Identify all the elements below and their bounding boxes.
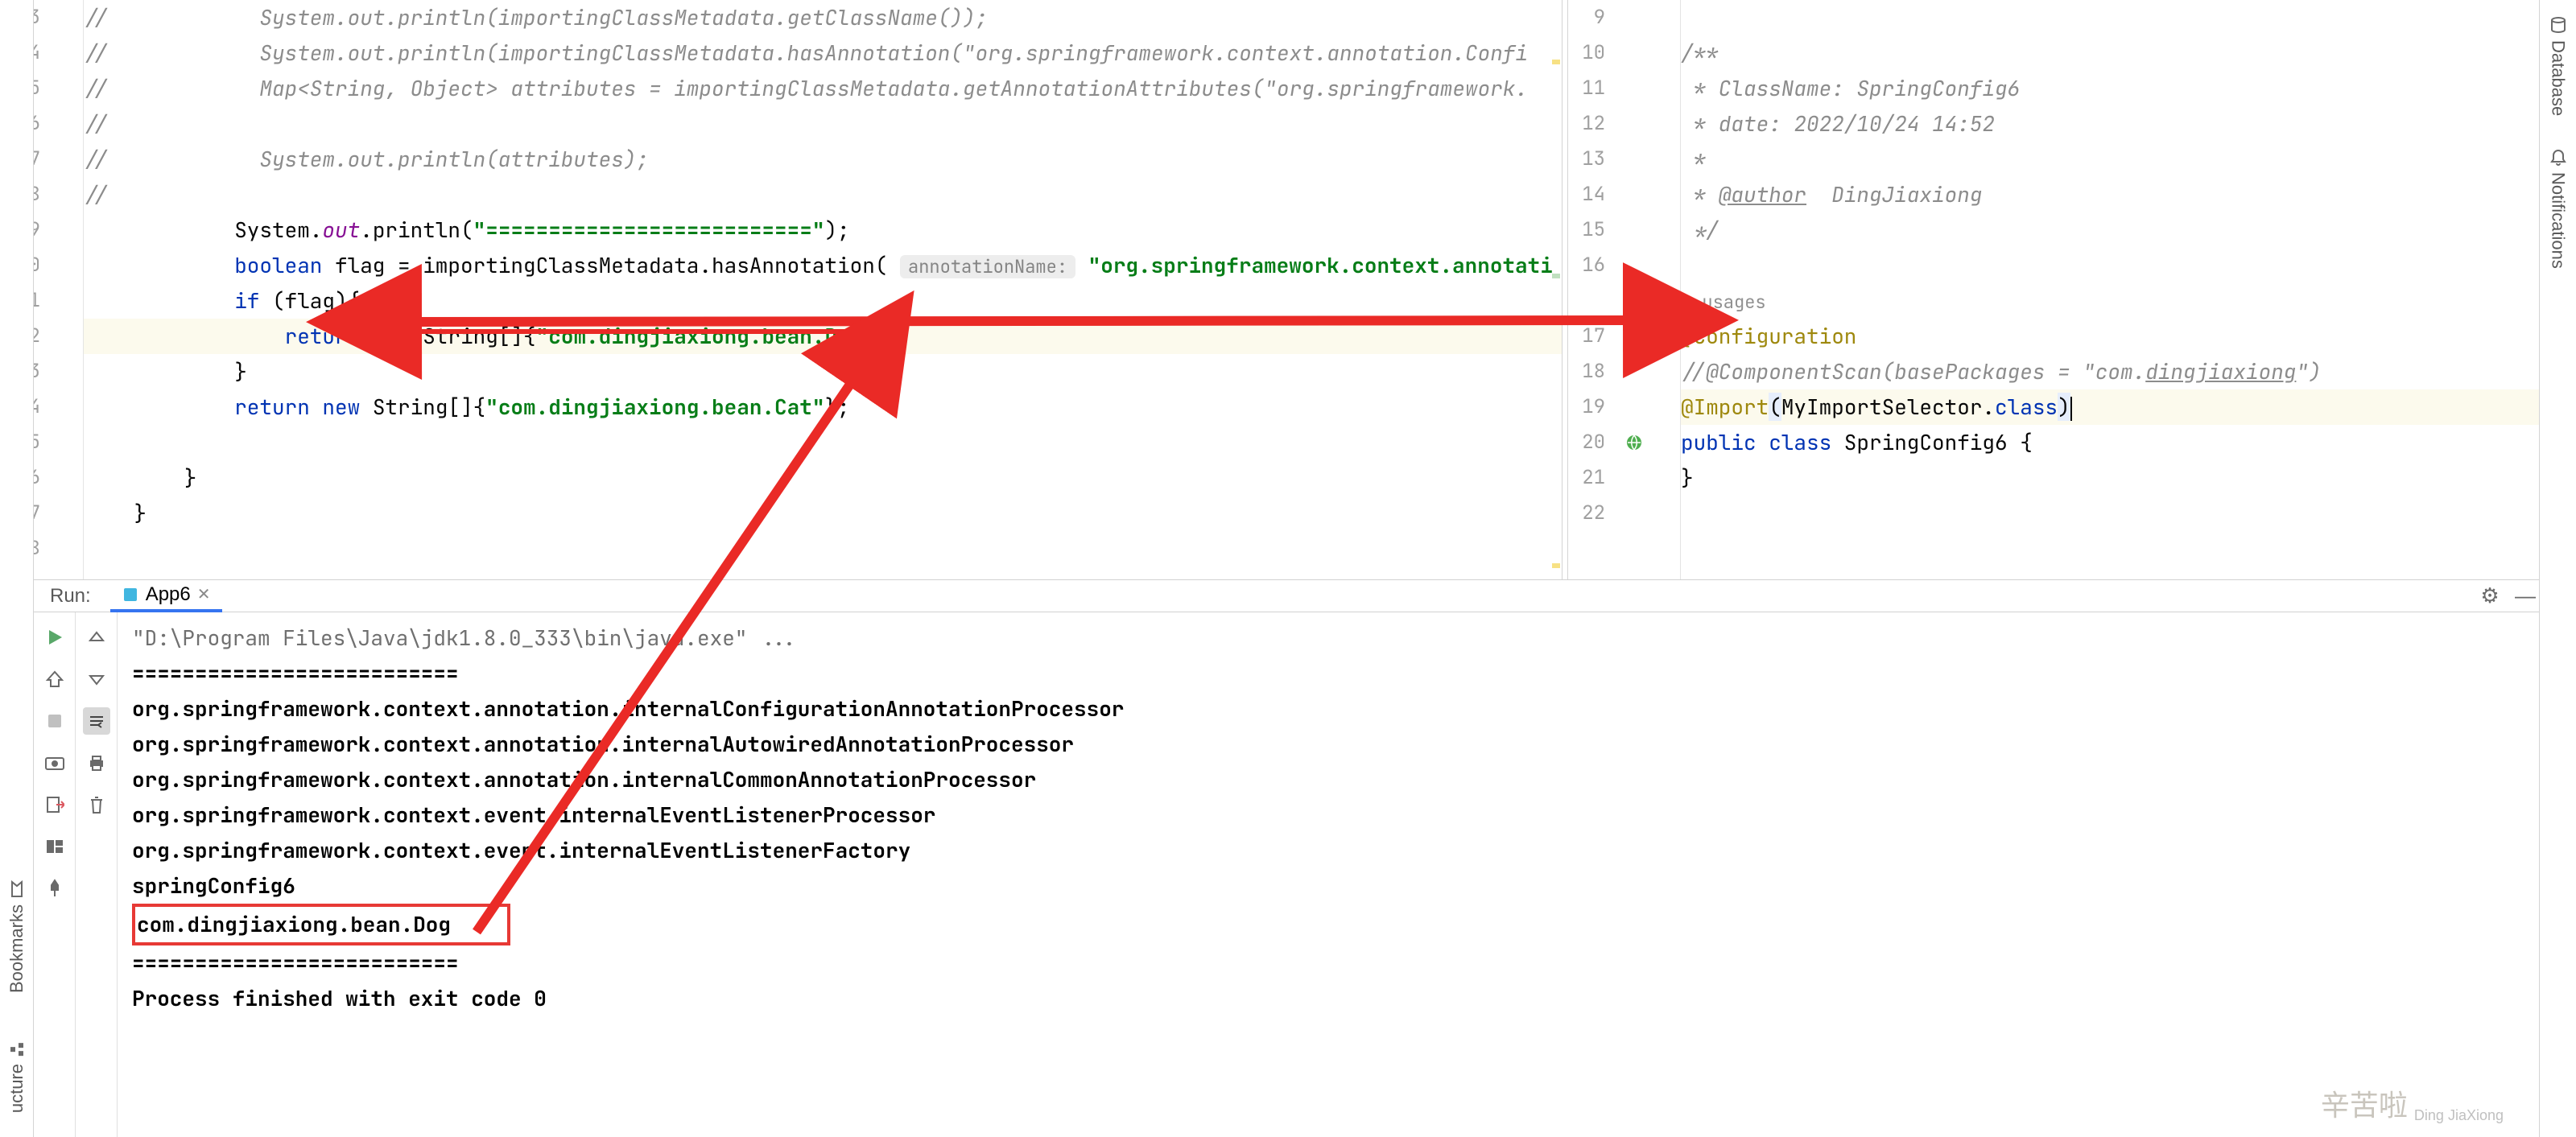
run-body: "D:\Program Files\Java\jdk1.8.0_333\bin\… — [34, 612, 2539, 1137]
editor-left[interactable]: 23242526272829303132333435363738 // Syst… — [0, 0, 1562, 579]
code-left[interactable]: // System.out.println(importingClassMeta… — [84, 0, 1562, 579]
camera-icon[interactable] — [41, 749, 68, 777]
code-right[interactable]: /** * ClassName: SpringConfig6 * date: 2… — [1681, 0, 2576, 579]
tool-stripe-right: Database Notifications — [2539, 0, 2576, 1137]
editor-right[interactable]: 910111213141516171819202122 /** * ClassN… — [1568, 0, 2576, 579]
layout-icon[interactable] — [41, 833, 68, 860]
gutter-icons — [1616, 0, 1652, 579]
print-icon[interactable] — [83, 749, 110, 777]
bell-icon — [2549, 148, 2567, 166]
soft-wrap-icon[interactable] — [83, 707, 110, 735]
gutter-right: 910111213141516171819202122 — [1568, 0, 1616, 579]
run-tabs: Run: App6 ✕ ⚙ — — [34, 580, 2539, 612]
debug-tool-icon[interactable] — [41, 665, 68, 693]
bookmark-icon — [10, 880, 24, 898]
trash-icon[interactable] — [83, 791, 110, 818]
up-icon[interactable] — [83, 624, 110, 651]
fold-column-r — [1652, 0, 1681, 579]
vertical-splitter[interactable] — [1562, 0, 1568, 579]
run-toolbar-secondary — [76, 612, 118, 1137]
run-tab-app6[interactable]: App6 ✕ — [110, 580, 222, 612]
database-icon — [2549, 16, 2567, 34]
stop-icon[interactable] — [41, 707, 68, 735]
run-config-icon — [122, 586, 139, 604]
fold-column — [55, 0, 84, 579]
down-icon[interactable] — [83, 665, 110, 693]
minimize-icon[interactable]: — — [2512, 583, 2539, 610]
run-toolbar-primary — [34, 612, 76, 1137]
close-icon[interactable]: ✕ — [197, 584, 211, 604]
settings-icon[interactable]: ⚙ — [2476, 583, 2504, 610]
watermark: 辛苦啦 Ding JiaXiong — [2321, 1082, 2504, 1124]
pin-icon[interactable] — [41, 875, 68, 902]
bookmarks-tool-button[interactable]: Bookmarks — [6, 880, 27, 993]
run-label: Run: — [39, 585, 102, 608]
console-output[interactable]: "D:\Program Files\Java\jdk1.8.0_333\bin\… — [118, 612, 2539, 1137]
structure-tool-button[interactable]: ucture — [6, 1041, 27, 1113]
run-tool-window: Run: App6 ✕ ⚙ — "D:\Program Files\Java\j… — [34, 579, 2539, 1137]
notifications-tool-button[interactable]: Notifications — [2548, 148, 2569, 269]
database-tool-button[interactable]: Database — [2548, 16, 2569, 116]
rerun-icon[interactable] — [41, 624, 68, 651]
exit-icon[interactable] — [41, 791, 68, 818]
structure-icon — [9, 1041, 25, 1057]
overview-ruler-left — [1550, 0, 1562, 579]
editor-split: 23242526272829303132333435363738 // Syst… — [0, 0, 2576, 579]
run-tab-label: App6 — [146, 583, 191, 606]
tool-stripe-left: ucture Bookmarks — [0, 0, 34, 1137]
